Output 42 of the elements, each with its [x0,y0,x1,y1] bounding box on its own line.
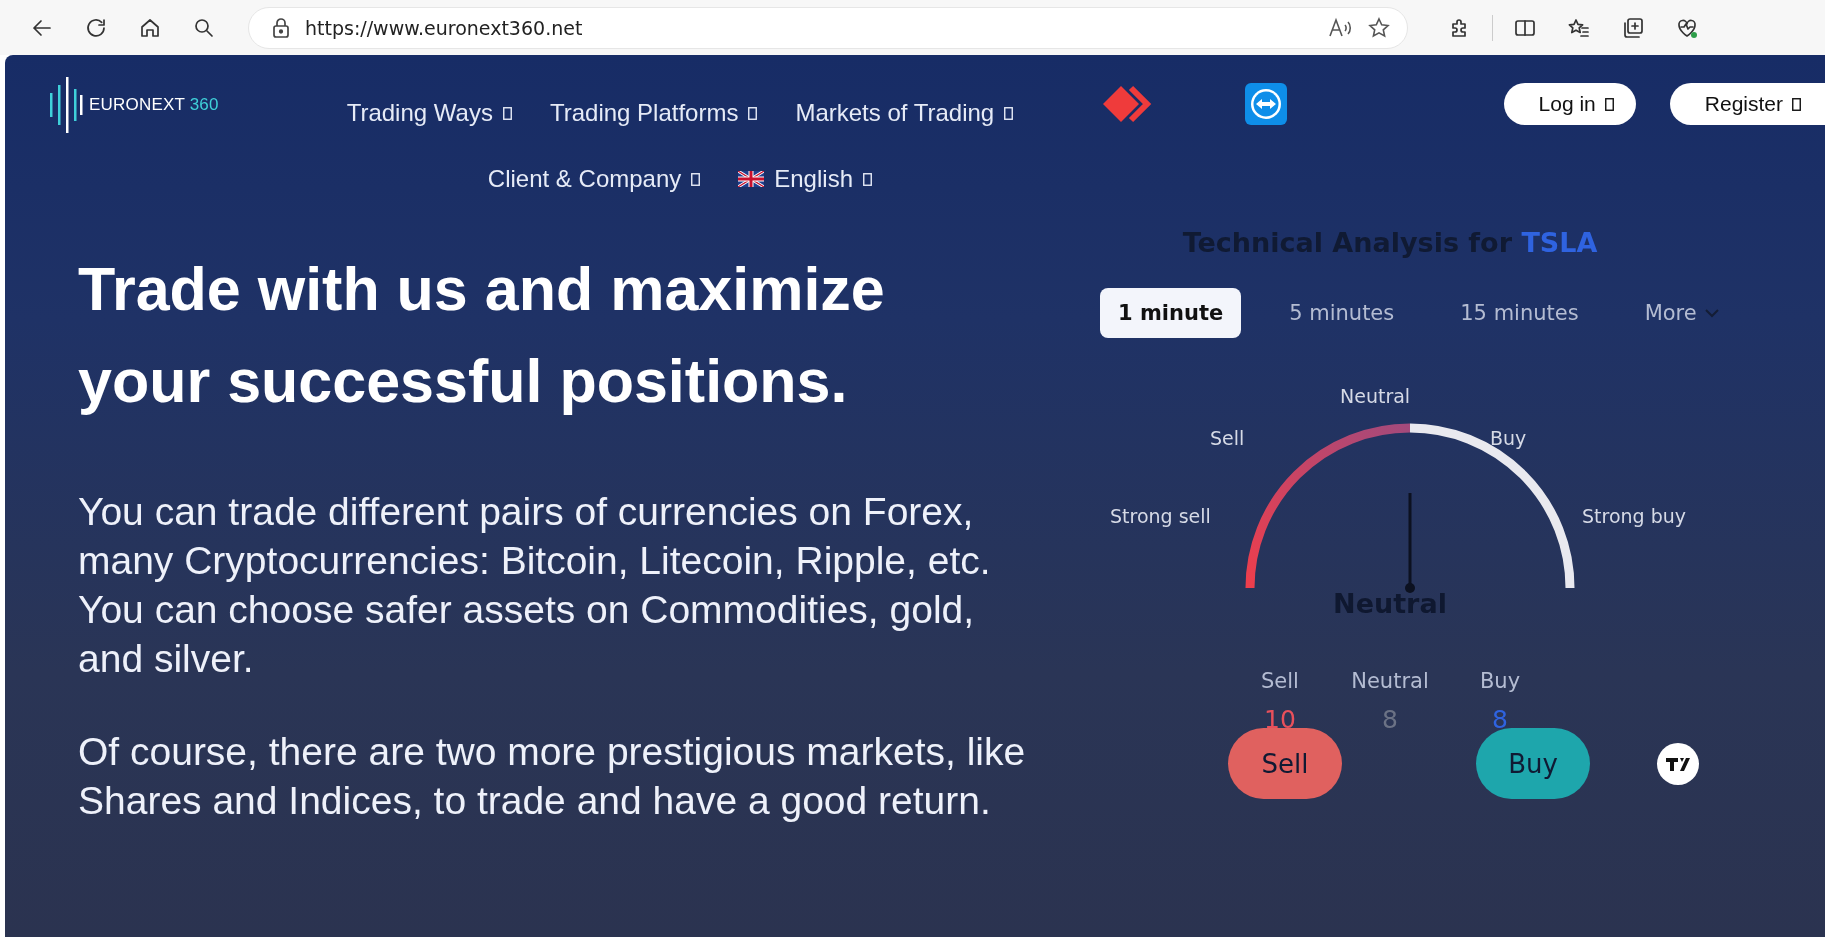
login-button[interactable]: Log in [1503,83,1636,125]
glyph-box-icon [748,106,758,120]
count-label: Neutral [1351,669,1429,693]
lock-icon [271,16,291,39]
register-button[interactable]: Register [1669,83,1825,125]
count-label: Buy [1479,669,1521,693]
nav-link[interactable]: Trading Ways [346,99,512,127]
language-selector[interactable]: English [738,165,872,193]
hero-headline: Trade with us and maximize your successful positions. [78,254,886,417]
address-bar[interactable]: https://www.euronext360.net [248,6,1408,49]
interval-tab[interactable]: 1 minute [1100,288,1242,338]
sell-button[interactable]: Sell [1228,728,1342,799]
interval-tab[interactable]: 15 minutes [1442,288,1597,338]
gauge-label: Strong buy [1582,505,1687,527]
star-icon[interactable] [1367,15,1391,40]
count-value: 8 [1382,705,1398,734]
glyph-box-icon [502,106,512,120]
glyph-box-icon [1792,97,1801,111]
buy-button[interactable]: Buy [1476,728,1590,799]
chevron-down-icon [1704,308,1719,318]
nav-link[interactable]: Markets of Trading [795,99,1014,127]
gauge-label: Buy [1490,427,1527,449]
nav-link[interactable]: Client & Company [487,165,701,193]
interval-tab[interactable]: 5 minutes [1271,288,1413,338]
url-text: https://www.euronext360.net [305,16,584,39]
hero-paragraph: Of course, there are two more prestigious markets, like Shares and Indices, to trade and have a good return. [78,729,1027,824]
logo-text: EURONEXT 360 [89,95,219,115]
glyph-box-icon [863,172,872,186]
hero-paragraph: You can trade different pairs of currencies on Forex, many Cryptocurrencies: Bitcoin, Litecoin, Ripple, etc. You can choose safer assets on Commodities, gold, and silver. [78,489,992,682]
glyph-box-icon [691,172,701,186]
glyph-box-icon [1004,106,1014,120]
logo-bars-icon [49,77,83,133]
gauge-label: Sell [1210,427,1245,449]
gauge-label: Strong sell [1110,505,1211,527]
remote-arrows-icon[interactable] [1245,83,1288,125]
interval-tab[interactable]: More [1626,288,1737,338]
tv-logo-icon[interactable] [1657,742,1699,785]
glyph-box-icon [1604,97,1614,111]
nav-link[interactable]: Trading Platforms [549,99,758,127]
gauge-label: Neutral [1340,385,1411,407]
count-label: Sell [1261,669,1299,693]
flag-icon [738,171,765,187]
